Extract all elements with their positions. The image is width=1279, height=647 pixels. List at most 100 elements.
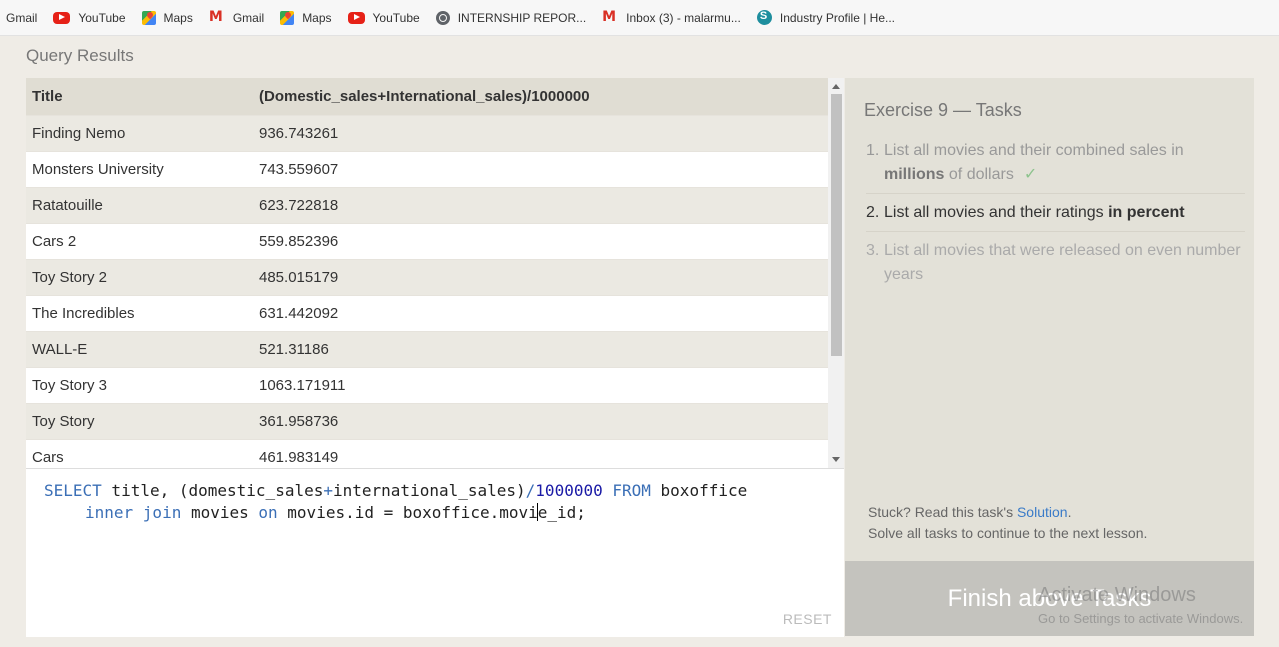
- results-table-panel[interactable]: Title (Domestic_sales+International_sale…: [26, 78, 844, 468]
- cell-sales: 485.015179: [253, 258, 828, 295]
- keyword-select: SELECT: [44, 481, 102, 500]
- table-row: WALL-E 521.31186: [26, 330, 828, 367]
- bookmark-maps-2[interactable]: Maps: [280, 10, 332, 25]
- bookmark-label: YouTube: [78, 10, 126, 25]
- bookmark-label: INTERNSHIP REPOR...: [457, 10, 587, 25]
- task-number: 1.: [866, 142, 880, 159]
- table-header-row: Title (Domestic_sales+International_sale…: [26, 78, 828, 115]
- tasks-panel: Exercise 9 — Tasks 1. List all movies an…: [845, 78, 1254, 561]
- table-row: The Incredibles 631.442092: [26, 294, 828, 331]
- bookmark-inbox[interactable]: Inbox (3) - malarmu...: [602, 9, 741, 25]
- youtube-icon: [53, 11, 71, 24]
- bookmark-internship-report[interactable]: INTERNSHIP REPOR...: [435, 10, 587, 25]
- task-number: 3.: [866, 242, 880, 259]
- bookmark-label: Maps: [302, 10, 332, 25]
- bookmark-gmail[interactable]: Gmail: [6, 11, 37, 25]
- task-item-2: 2. List all movies and their ratings in …: [866, 200, 1245, 232]
- windows-activation-watermark: Activate Windows Go to Settings to activ…: [1038, 584, 1243, 626]
- code-number: 1000000: [535, 481, 603, 500]
- results-scrollbar[interactable]: [828, 78, 844, 468]
- code-text: movies: [181, 503, 259, 522]
- scrollbar-thumb[interactable]: [831, 94, 842, 356]
- continue-text: Solve all tasks to continue to the next …: [868, 525, 1148, 541]
- query-results-title: Query Results: [26, 46, 134, 65]
- tasks-title: Exercise 9 — Tasks: [864, 100, 1022, 120]
- cell-title: WALL-E: [26, 330, 253, 367]
- table-row: Monsters University 743.559607: [26, 150, 828, 187]
- industry-icon: [756, 10, 772, 25]
- stuck-text: Stuck? Read this task's: [868, 504, 1017, 520]
- column-header-sales: (Domestic_sales+International_sales)/100…: [259, 87, 590, 105]
- bookmark-label: Inbox (3) - malarmu...: [626, 10, 741, 25]
- stuck-end: .: [1067, 504, 1072, 520]
- cell-sales: 461.983149: [253, 438, 828, 468]
- keyword-from: FROM: [612, 481, 651, 500]
- watermark-subtitle: Go to Settings to activate Windows.: [1038, 611, 1244, 626]
- maps-icon: [141, 10, 156, 25]
- reset-button[interactable]: RESET: [783, 611, 832, 627]
- bookmarks-bar: Gmail YouTube Maps Gmail Maps YouTube IN…: [0, 0, 1279, 36]
- task-number: 2.: [866, 204, 880, 221]
- cell-title: Toy Story: [26, 402, 253, 439]
- cell-title: Finding Nemo: [26, 114, 253, 151]
- task-text-bold: in percent: [1108, 204, 1185, 221]
- bookmark-youtube-2[interactable]: YouTube: [347, 10, 420, 25]
- table-row: Toy Story 3 1063.171911: [26, 366, 828, 403]
- task-text-bold: millions: [884, 166, 945, 183]
- cell-sales: 559.852396: [253, 222, 828, 259]
- cell-sales: 631.442092: [253, 294, 828, 331]
- scroll-up-arrow-icon[interactable]: [832, 84, 840, 89]
- code-line-2[interactable]: inner join movies on movies.id = boxoffi…: [85, 503, 586, 522]
- bookmark-label: YouTube: [372, 10, 420, 25]
- table-row: Toy Story 2 485.015179: [26, 258, 828, 295]
- task-list: 1. List all movies and their combined sa…: [866, 138, 1245, 299]
- table-row: Cars 461.983149: [26, 438, 828, 468]
- sql-editor[interactable]: SELECT title, (domestic_sales+internatio…: [26, 468, 844, 637]
- code-line-1[interactable]: SELECT title, (domestic_sales+internatio…: [44, 481, 747, 500]
- column-header-title: Title: [32, 87, 63, 105]
- maps-icon: [280, 10, 295, 25]
- code-text: boxoffice: [650, 481, 748, 500]
- scroll-down-arrow-icon[interactable]: [832, 457, 840, 462]
- code-text: title, (domestic_sales: [101, 481, 324, 500]
- bookmark-youtube[interactable]: YouTube: [53, 10, 126, 25]
- cell-sales: 361.958736: [253, 402, 828, 439]
- cell-sales: 936.743261: [253, 114, 828, 151]
- watermark-title: Activate Windows: [1038, 584, 1196, 606]
- cell-title: Cars 2: [26, 222, 253, 259]
- code-operator: /: [525, 481, 536, 500]
- cell-sales: 743.559607: [253, 150, 828, 187]
- cell-sales: 1063.171911: [253, 366, 828, 403]
- task-item-1: 1. List all movies and their combined sa…: [866, 138, 1245, 194]
- code-operator: +: [323, 481, 333, 500]
- help-text: Stuck? Read this task's Solution. Solve …: [868, 502, 1147, 544]
- cell-title: Toy Story 3: [26, 366, 253, 403]
- task-text: List all movies and their ratings in per…: [884, 201, 1185, 225]
- gmail-icon: [602, 9, 618, 25]
- results-table: Title (Domestic_sales+International_sale…: [26, 78, 828, 468]
- task-text-part: List all movies and their combined sales…: [884, 142, 1184, 159]
- task-text-part: List all movies and their ratings: [884, 204, 1109, 221]
- solution-link[interactable]: Solution: [1017, 504, 1068, 520]
- bookmark-label: Gmail: [232, 10, 265, 25]
- keyword-on: on: [258, 503, 278, 522]
- gmail-icon: [209, 9, 225, 25]
- cell-sales: 623.722818: [253, 186, 828, 223]
- cell-title: Cars: [26, 438, 253, 468]
- globe-icon: [435, 10, 450, 25]
- keyword-inner-join: inner join: [85, 503, 182, 522]
- bookmark-label: Industry Profile | He...: [779, 10, 896, 25]
- table-row: Toy Story 361.958736: [26, 402, 828, 439]
- task-text-part: of dollars: [944, 166, 1014, 183]
- cell-title: The Incredibles: [26, 294, 253, 331]
- bookmark-gmail-2[interactable]: Gmail: [209, 9, 265, 25]
- code-text: movies.id = boxoffice.movi: [277, 503, 538, 522]
- table-row: Cars 2 559.852396: [26, 222, 828, 259]
- bookmark-industry-profile[interactable]: Industry Profile | He...: [756, 10, 896, 25]
- bookmark-label: Gmail: [6, 10, 38, 25]
- bookmark-maps[interactable]: Maps: [141, 10, 193, 25]
- task-text: List all movies and their combined sales…: [884, 139, 1245, 187]
- task-item-3: 3. List all movies that were released on…: [866, 238, 1245, 293]
- task-text: List all movies that were released on ev…: [884, 242, 1241, 283]
- code-text: international_sales): [333, 481, 526, 500]
